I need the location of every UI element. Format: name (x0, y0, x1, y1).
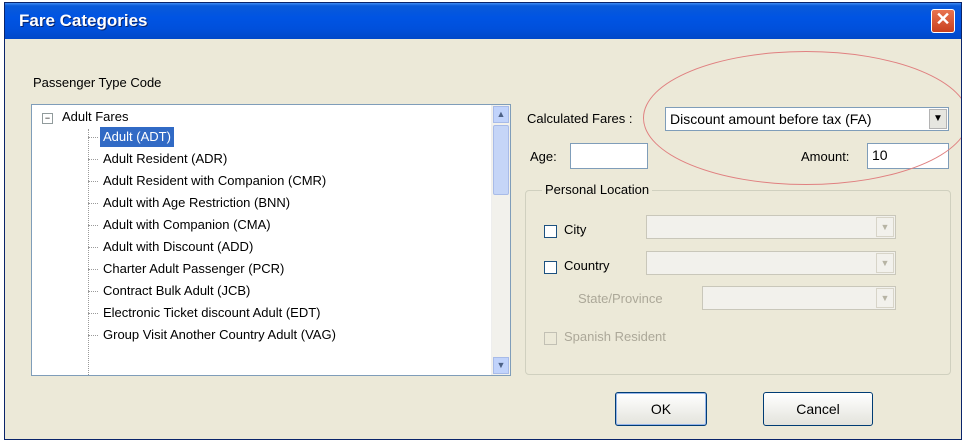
tree-item-label: Electronic Ticket discount Adult (EDT) (103, 305, 321, 320)
spanish-resident-label: Spanish Resident (564, 329, 666, 344)
age-label: Age: (530, 149, 557, 164)
tree-item-label: Adult with Discount (ADD) (103, 239, 254, 254)
country-checkbox[interactable] (544, 261, 557, 274)
tree-connector (88, 159, 98, 160)
minus-icon[interactable]: − (42, 113, 53, 124)
fare-categories-dialog: Fare Categories ✕ Passenger Type Code − … (4, 2, 962, 440)
tree-connector (88, 181, 98, 182)
tree-item[interactable]: Electronic Ticket discount Adult (EDT) (88, 303, 323, 323)
tree-item-label: Adult Resident (ADR) (103, 151, 228, 166)
tree-connector (88, 291, 98, 292)
spanish-resident-checkbox[interactable] (544, 332, 557, 345)
close-button[interactable]: ✕ (931, 9, 955, 33)
country-label: Country (564, 258, 610, 273)
cancel-button[interactable]: Cancel (763, 392, 873, 426)
personal-location-title: Personal Location (542, 182, 653, 197)
chevron-down-icon: ▼ (876, 217, 894, 237)
tree-item[interactable]: Group Visit Another Country Adult (VAG) (88, 325, 339, 345)
country-select[interactable]: ▼ (646, 251, 896, 275)
tree-connector (88, 203, 98, 204)
tree-item[interactable]: Contract Bulk Adult (JCB) (88, 281, 253, 301)
passenger-type-label: Passenger Type Code (33, 75, 162, 90)
calculated-fares-label: Calculated Fares : (527, 111, 633, 126)
tree-item-label: Group Visit Another Country Adult (VAG) (103, 327, 336, 342)
city-label: City (564, 222, 587, 237)
tree-item-label: Adult (ADT) (103, 129, 171, 144)
state-province-label: State/Province (578, 291, 663, 306)
ok-button[interactable]: OK (615, 392, 707, 426)
tree-item[interactable]: Adult Resident (ADR) (88, 149, 230, 169)
tree-connector (88, 335, 98, 336)
title-bar[interactable]: Fare Categories ✕ (5, 3, 961, 39)
chevron-down-icon: ▼ (876, 288, 894, 308)
scroll-thumb[interactable] (493, 125, 509, 195)
chevron-down-icon: ▼ (876, 253, 894, 273)
tree-scrollbar[interactable]: ▲ ▼ (491, 105, 510, 375)
passenger-type-tree[interactable]: − Adult Fares Adult (ADT) Adult Resident … (31, 104, 511, 376)
tree-item-label: Contract Bulk Adult (JCB) (103, 283, 251, 298)
tree-root-adult-fares[interactable]: Adult Fares (62, 109, 128, 124)
tree-item[interactable]: Adult with Discount (ADD) (88, 237, 256, 257)
scroll-up-icon[interactable]: ▲ (493, 106, 509, 123)
window-title: Fare Categories (19, 11, 148, 30)
tree-connector (88, 269, 98, 270)
tree-connector (88, 247, 98, 248)
age-input[interactable] (570, 143, 648, 169)
tree-item[interactable]: Adult with Companion (CMA) (88, 215, 274, 235)
personal-location-group: Personal Location City ▼ Country ▼ State… (525, 182, 951, 375)
tree-item-label: Adult Resident with Companion (CMR) (103, 173, 327, 188)
city-checkbox[interactable] (544, 225, 557, 238)
tree-item[interactable]: Adult Resident with Companion (CMR) (88, 171, 329, 191)
tree-connector (88, 137, 98, 138)
tree-connector (88, 129, 89, 375)
scroll-down-icon[interactable]: ▼ (493, 357, 509, 374)
tree-item[interactable]: Adult (ADT) (88, 126, 175, 148)
tree-item-label: Adult with Companion (CMA) (103, 217, 271, 232)
city-select[interactable]: ▼ (646, 215, 896, 239)
tree-connector (88, 313, 98, 314)
close-icon: ✕ (935, 9, 951, 29)
tree-item-label: Charter Adult Passenger (PCR) (103, 261, 285, 276)
tree-item[interactable]: Charter Adult Passenger (PCR) (88, 259, 287, 279)
tree-item-label: Adult with Age Restriction (BNN) (103, 195, 291, 210)
annotation-ellipse (643, 51, 961, 185)
tree-connector (88, 225, 98, 226)
tree-item[interactable]: Adult with Age Restriction (BNN) (88, 193, 293, 213)
state-province-select[interactable]: ▼ (702, 286, 896, 310)
